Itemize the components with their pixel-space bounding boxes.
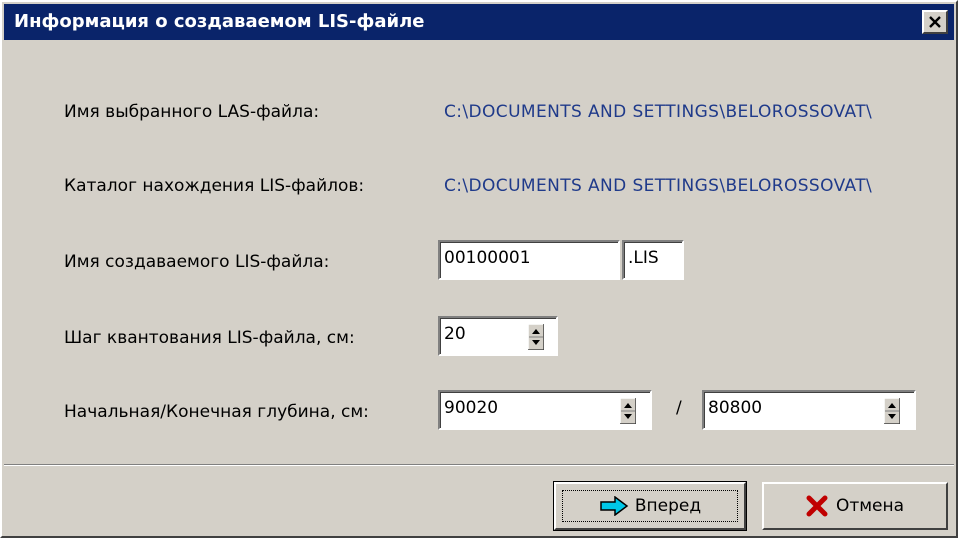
depth-start-value: 90020 [444,398,499,418]
dialog-title: Информация о создаваемом LIS-файле [14,11,425,32]
las-file-label: Имя выбранного LAS-файла: [64,102,320,122]
lis-dir-path: C:\DOCUMENTS AND SETTINGS\BELOROSSOVAT\ [444,176,873,196]
close-icon [929,16,941,28]
cancel-button-label: Отмена [835,496,905,516]
close-button[interactable] [922,10,948,34]
dialog-window: Информация о создаваемом LIS-файле Имя в… [0,0,958,538]
lis-extension-field: .LIS [622,240,684,280]
depth-end-value: 80800 [708,398,763,418]
step-spin-input[interactable]: 20 [438,316,558,356]
lis-name-label: Имя создаваемого LIS-файла: [64,252,330,272]
title-bar[interactable]: Информация о создаваемом LIS-файле [4,4,954,40]
depth-label: Начальная/Конечная глубина, см: [64,402,369,422]
cancel-button[interactable]: Отмена [762,482,948,530]
step-value: 20 [444,324,466,344]
lis-name-input[interactable]: 00100001 [438,240,620,280]
depth-start-spinner-icon[interactable] [620,398,636,424]
depth-end-spinner-icon[interactable] [884,398,900,424]
lis-name-value: 00100001 [444,248,531,268]
depth-separator: / [676,398,682,418]
lis-extension-value: .LIS [628,248,659,268]
las-file-path: C:\DOCUMENTS AND SETTINGS\BELOROSSOVAT\ [444,102,873,122]
step-label: Шаг квантования LIS-файла, см: [64,328,355,348]
depth-start-input[interactable]: 90020 [438,390,652,430]
red-x-icon [806,495,828,517]
step-spinner-icon[interactable] [528,324,544,350]
lis-dir-label: Каталог нахождения LIS-файлов: [64,176,365,196]
next-button[interactable]: Вперед [553,481,747,531]
depth-end-input[interactable]: 80800 [702,390,916,430]
footer-separator [4,464,954,466]
